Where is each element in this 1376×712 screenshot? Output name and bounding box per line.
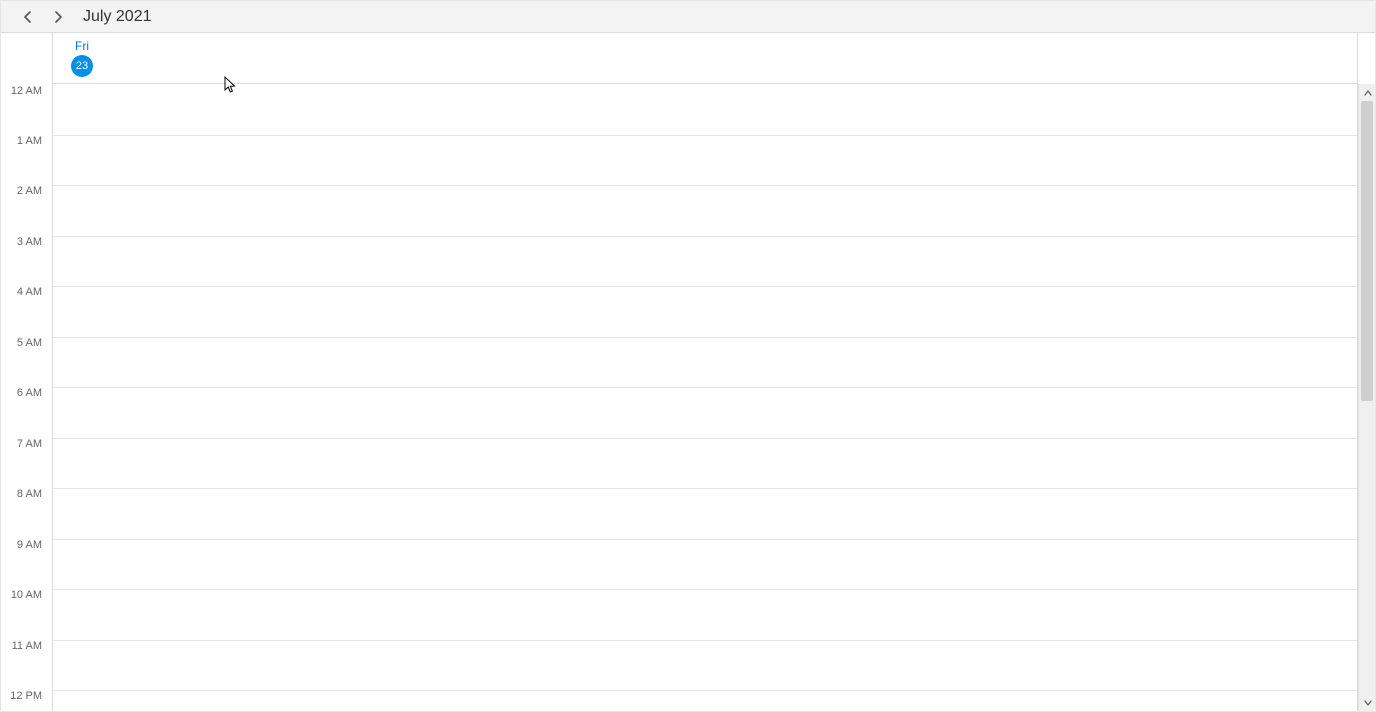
day-number-badge: 23 — [71, 55, 93, 77]
page-title: July 2021 — [83, 8, 152, 26]
time-label: 8 AM — [17, 488, 42, 500]
hour-line — [53, 690, 1358, 691]
hour-line — [53, 135, 1358, 136]
day-weekday-label: Fri — [71, 39, 93, 53]
scrollbar-thumb[interactable] — [1361, 101, 1373, 401]
time-label: 7 AM — [17, 438, 42, 450]
hour-line — [53, 337, 1358, 338]
calendar-day-view: July 2021 Fri 23 12 AM 1 AM 2 AM 3 AM 4 … — [0, 0, 1376, 712]
time-label: 12 AM — [11, 85, 42, 97]
chevron-left-icon — [23, 11, 33, 23]
chevron-down-icon — [1364, 700, 1372, 706]
hour-line — [53, 589, 1358, 590]
hour-line — [53, 539, 1358, 540]
time-label: 2 AM — [17, 185, 42, 197]
hour-line — [53, 236, 1358, 237]
day-header-row: Fri 23 — [1, 33, 1358, 84]
time-grid[interactable]: 12 AM 1 AM 2 AM 3 AM 4 AM 5 AM 6 AM 7 AM… — [1, 84, 1358, 711]
chevron-up-icon — [1364, 90, 1372, 96]
hour-line — [53, 387, 1358, 388]
day-header[interactable]: Fri 23 — [71, 39, 93, 77]
scroll-down-button[interactable] — [1359, 694, 1376, 711]
topbar: July 2021 — [1, 1, 1375, 33]
time-label: 11 AM — [12, 640, 42, 652]
chevron-right-icon — [53, 11, 63, 23]
time-label: 6 AM — [17, 387, 42, 399]
hour-line — [53, 286, 1358, 287]
time-gutter: 12 AM 1 AM 2 AM 3 AM 4 AM 5 AM 6 AM 7 AM… — [1, 84, 53, 711]
day-number: 23 — [76, 60, 88, 72]
prev-button[interactable] — [17, 6, 39, 28]
hour-line — [53, 488, 1358, 489]
hour-line — [53, 185, 1358, 186]
vertical-scrollbar[interactable] — [1358, 84, 1375, 711]
time-label: 10 AM — [11, 589, 42, 601]
next-button[interactable] — [47, 6, 69, 28]
scroll-up-button[interactable] — [1359, 84, 1376, 101]
time-label: 3 AM — [17, 236, 42, 248]
time-label: 9 AM — [17, 539, 42, 551]
time-label: 12 PM — [10, 690, 42, 702]
time-label: 1 AM — [17, 135, 42, 147]
scrollbar-track[interactable] — [1361, 101, 1373, 694]
time-label: 4 AM — [17, 286, 42, 298]
time-label: 5 AM — [17, 337, 42, 349]
time-gutter-header — [1, 33, 53, 84]
hour-line — [53, 640, 1358, 641]
hour-line — [53, 438, 1358, 439]
